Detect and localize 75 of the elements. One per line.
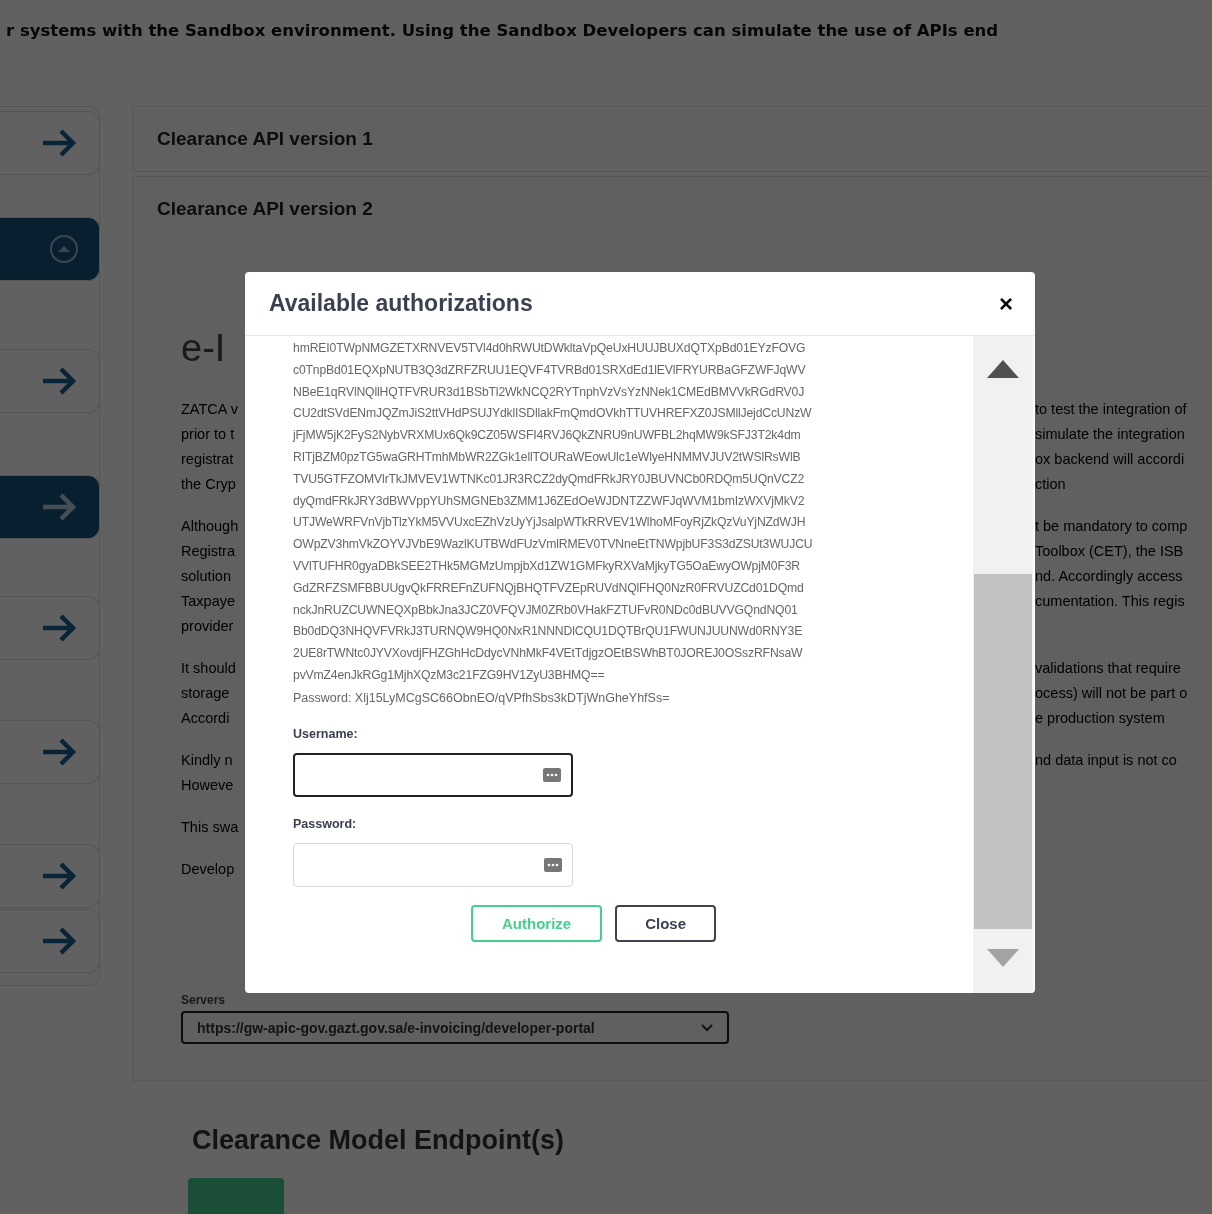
scrollbar-thumb[interactable] [974,574,1032,929]
paragraph-text: to test the integration of [1035,400,1187,417]
servers-label: Servers [181,993,226,1007]
servers-select[interactable]: https://gw-apic-gov.gazt.gov.sa/e-invoicing/developer-portal [181,1011,729,1044]
scroll-down-arrow-icon[interactable] [987,949,1019,967]
credential-text: TVU5GTFZOMVlrTkJMVEV1WTNKc01JR3RCZ2dyQmdFRkJRY0JBUVNCb0RDQm5UQnVCZ2 [293,470,806,488]
credential-text: 2UE8rTWNtc0JYVXovdjFHZGhHcDdycVNhMkF4VEtTdjgzOEtBSWhBT0JOREJ0OSszRFNsaW [293,645,804,663]
paragraph-text: registrat [181,450,234,467]
paragraph-text: Develop [181,860,235,877]
paragraph-text: validations that require [1035,659,1181,676]
paragraph-text: Toolbox (CET), the ISB [1035,542,1184,559]
accordion-title[interactable]: Clearance API version 2 [133,177,1212,241]
input-field[interactable] [293,752,573,797]
credential-text: c0TnpBd01EQXpNUTB3Q3dZRFZRUU1EQVF4TVRBd01SRXdEd1lEVlFRYURBaGFZWFJqWV [293,361,807,379]
field-label: Username: [293,726,359,741]
credential-text: NBeE1qRVlNQllHQTFVRUR3d1BSbTl2WkNCQ2RYTnphVzVsYzNNek1CMEdBMVVkRGdRV0J [293,383,806,401]
sidebar-item[interactable] [0,844,100,908]
credential-text: pvVmZ4enJkRGg1MjhXQzM3c21FZG9HV1ZyU3BHMQ== [293,666,606,684]
credential-text: dyQmdFRkJRY3dBWVppYUhSMGNEb3ZMM1J6ZEdOeWJDNTZZWFJqWVM1bmIzWXVjMkV2 [293,492,806,510]
field-label: Password: [293,816,358,831]
paragraph-text: It should [181,659,236,676]
chevron-up-circle-icon [49,234,79,264]
scroll-up-arrow-icon[interactable] [987,360,1019,378]
password-text: Password: Xlj15LyMCgSC66ObnEO/qVPfhSbs3kDTjWnGheYhfSs= [293,690,671,705]
paragraph-text: Howeve [181,776,234,793]
paragraph-text: t be mandatory to comp [1035,517,1188,534]
credential-text: CU2dtSVdENmJQZmJiS2ttVHdPSUJYdklISDllakFmQmdOVkhTTUVHREFXZ0JSMllJejdCcUNzW [293,405,813,423]
paragraph-text: nd data input is not co [1035,751,1177,768]
credential-text: Bb0dDQ3NHQVFVRkJ3TURNQW9HQ0NxR1NNNDlCQU1DQTBrQU1FWUNJUUNWd0RNY3E [293,623,804,641]
paragraph-text: nd. Accordingly access [1035,567,1183,584]
paragraph-text: Accordi [181,709,230,726]
credential-text: hmREI0TWpNMGZETXRNVEV5TVl4d0hRWUtDWkltaVpQeUxHUUJBUXdQTXpBd01EYzFOVG [293,340,807,357]
scrollbar[interactable] [973,336,1033,993]
paragraph-text: e production system [1035,709,1165,726]
paragraph-text: storage [181,684,230,701]
close-button[interactable]: Close [615,904,717,942]
paragraph-text: ocess) will not be part o [1035,684,1188,701]
paragraph-text: ZATCA v [181,400,238,417]
paragraph-text: provider [181,617,234,634]
credential-text: nckJnRUZCUWNEQXpBbkJna3JCZ0VFQVJM0ZRb0VHakFZTUFvR0NDc0dBUVVGQndNQ01 [293,601,799,619]
credential-text: OWpZV3hmVkZOYVJVbE9WazlKUTBWdFUzVmlRMEV0TVNneEtTNWpjbUF3S3dZSUt3WUJCU [293,536,814,554]
paragraph-text: prior to t [181,425,235,442]
paragraph-text: Although [181,517,239,534]
intro-text: r systems with the Sandbox environment. Using the Sandbox Developers can simulate the use of APIs end [6,20,1000,40]
credential-text: jFjMW5jK2FyS2NybVRXMUx6Qk9CZ05WSFI4RVJ6QkZNRU9nUWFBL2hqMW9kSFJ3T2k4dm [293,427,802,445]
authorize-button[interactable]: Authorize [471,904,603,942]
paragraph-text: cumentation. This regis [1035,592,1185,609]
credential-text: UTJWeWRFVnVjbTlzYkM5VVUxcEZhVzUyYjJsalpWTkRRVEV1WlhoMFoyRjZkQzVuYjNZdWJH [293,514,807,532]
credential-text: VVlTUFHR0gyaDBkSEE2THk5MGMzUmpjbXd1ZW1GMFkyRXVaMjkyTG5OaEwyOWpjM0F3R [293,557,801,575]
sidebar-item[interactable] [0,475,100,539]
sidebar-item[interactable] [0,349,100,413]
sidebar-item[interactable] [0,111,100,175]
paragraph-text: solution [181,567,231,584]
paragraph-text: Registra [181,542,235,559]
paragraph-text: Taxpaye [181,592,235,609]
accordion-title[interactable]: Clearance API version 1 [133,107,1212,171]
paragraph-text: the Cryp [181,475,236,492]
section-heading: e-I [181,327,226,370]
credential-text: GdZRFZSMFBBUUgvQkFRREFnZUFNQjBHQTFVZEpRUVdNQlFHQ0NzR0FRVUZCd01DQmd [293,579,805,597]
ellipsis-box-icon [543,767,561,782]
sidebar-item[interactable] [0,720,100,784]
chevron-down-icon [701,1023,713,1032]
paragraph-text: This swa [181,818,239,835]
paragraph-text: Kindly n [181,751,233,768]
sidebar-item[interactable] [0,596,100,660]
close-button[interactable]: × [995,289,1017,318]
credential-text: RITjBZM0pzTG5waGRHTmhMbWR2ZGk1ellTOURaWEowUlc1eWlyeHNMMVJUV2tWSlRsWlB [293,449,802,466]
paragraph-text: ction [1035,475,1066,492]
paragraph-text: simulate the integration [1035,425,1185,442]
paragraph-text: ox backend will accordi [1035,450,1185,467]
sidebar-item[interactable] [0,909,100,973]
endpoints-heading: Clearance Model Endpoint(s) [192,1125,566,1156]
sidebar-item[interactable] [0,217,100,281]
ellipsis-box-icon [544,857,562,872]
dialog-title: Available authorizations [269,290,533,317]
